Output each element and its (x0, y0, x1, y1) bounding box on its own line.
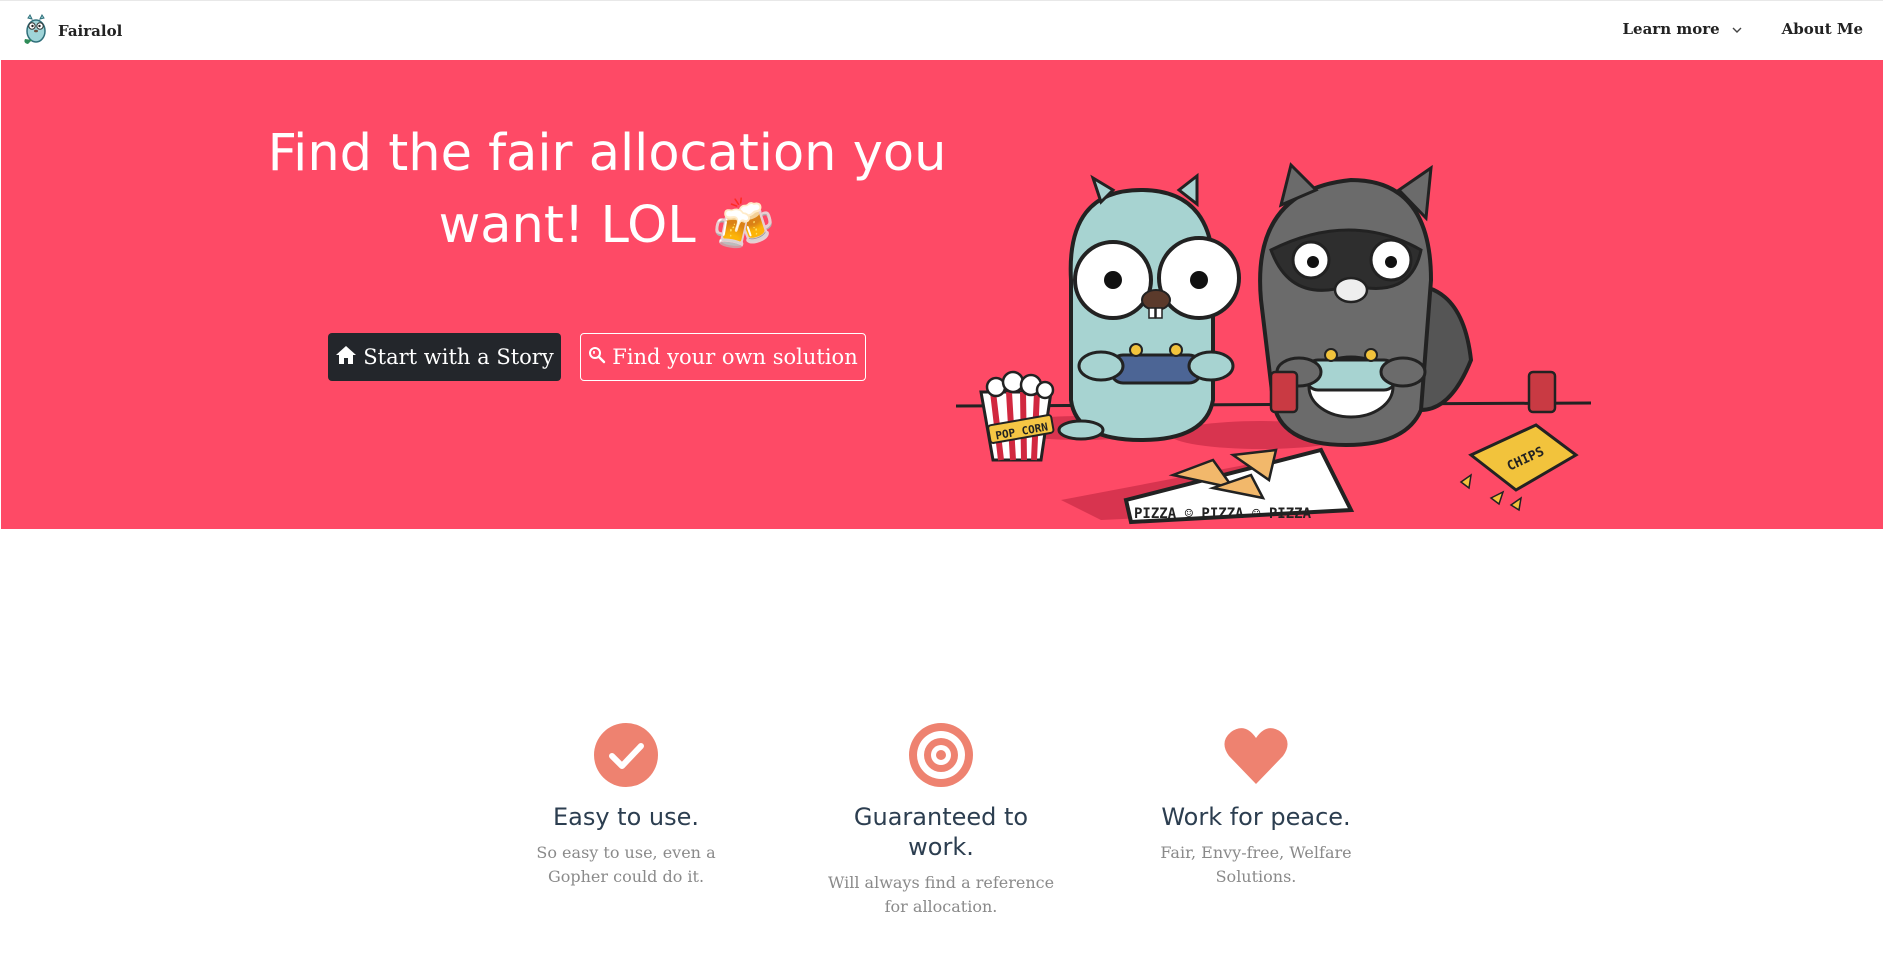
target-icon (906, 720, 976, 790)
gophers-gaming-illustration: POP CORN PIZZA ☺ PIZZA ☺ PIZZA CHIPS (951, 110, 1601, 540)
learn-more-dropdown[interactable]: Learn more (1622, 20, 1742, 38)
gopher-logo-icon (22, 13, 50, 49)
pizza-box-label: PIZZA ☺ PIZZA ☺ PIZZA (1134, 506, 1312, 522)
find-solution-label: Find your own solution (612, 345, 858, 369)
hero-title: Find the fair allocation you want! LOL 🍻 (267, 124, 947, 255)
search-icon (588, 345, 612, 369)
feature-description: So easy to use, even a Gopher could do i… (536, 843, 716, 886)
learn-more-label: Learn more (1622, 20, 1720, 38)
hero-section: Find the fair allocation you want! LOL 🍻… (1, 60, 1883, 529)
start-with-story-button[interactable]: Start with a Story (328, 333, 561, 381)
feature-description: Will always find a reference for allocat… (827, 873, 1055, 916)
feature-guaranteed-to-work: Guaranteed to work. Will always find a r… (821, 720, 1061, 919)
check-circle-icon (591, 720, 661, 790)
top-navbar: Fairalol Learn more About Me (0, 0, 1883, 59)
about-me-link[interactable]: About Me (1782, 20, 1863, 38)
chips-bag: CHIPS (1459, 423, 1579, 512)
feature-title: Work for peace. (1161, 803, 1351, 831)
popcorn-bucket: POP CORN (979, 370, 1055, 462)
feature-work-for-peace: Work for peace. Fair, Envy-free, Welfare… (1136, 720, 1376, 889)
feature-easy-to-use: Easy to use. So easy to use, even a Goph… (506, 720, 746, 889)
heart-icon (1221, 720, 1291, 790)
feature-title: Easy to use. (552, 803, 700, 831)
brand-name: Fairalol (58, 22, 123, 40)
start-with-story-label: Start with a Story (363, 345, 554, 369)
brand-link[interactable]: Fairalol (22, 13, 122, 49)
blue-gopher (1057, 172, 1241, 443)
home-icon (335, 345, 363, 370)
chevron-down-icon (1732, 20, 1742, 38)
find-solution-button[interactable]: Find your own solution (580, 333, 866, 381)
feature-description: Fair, Envy-free, Welfare Solutions. (1160, 843, 1352, 886)
feature-title: Guaranteed to work. (853, 803, 1029, 861)
